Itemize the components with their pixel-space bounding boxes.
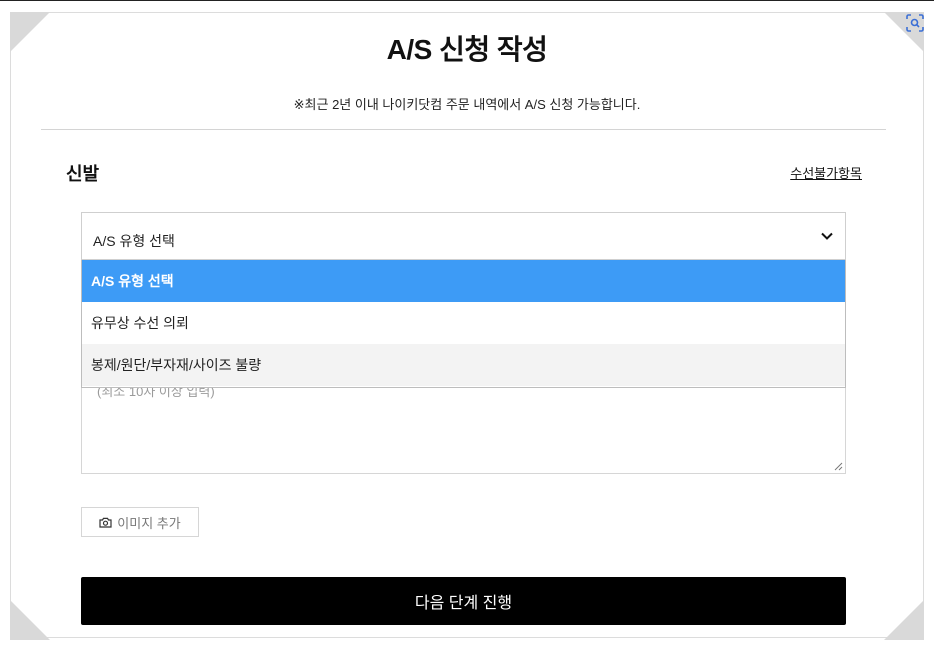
as-type-dropdown: A/S 유형 선택 유무상 수선 의뢰 봉제/원단/부자재/사이즈 불량 bbox=[81, 260, 846, 388]
as-type-option-defect[interactable]: 봉제/원단/부자재/사이즈 불량 bbox=[82, 344, 845, 386]
next-step-button[interactable]: 다음 단계 진행 bbox=[81, 577, 846, 625]
add-image-button[interactable]: 이미지 추가 bbox=[81, 507, 199, 537]
as-type-option-default[interactable]: A/S 유형 선택 bbox=[82, 260, 845, 302]
top-border-line bbox=[0, 0, 934, 1]
notice-text: ※최근 2년 이내 나이키닷컴 주문 내역에서 A/S 신청 가능합니다. bbox=[293, 97, 641, 112]
as-type-select[interactable]: A/S 유형 선택 bbox=[81, 212, 846, 260]
chevron-down-icon bbox=[821, 232, 833, 240]
header-divider bbox=[41, 129, 886, 130]
corner-decoration-bottom-left bbox=[10, 600, 50, 640]
as-type-select-value: A/S 유형 선택 bbox=[93, 233, 175, 249]
corner-decoration-bottom-right bbox=[884, 600, 924, 640]
add-image-label: 이미지 추가 bbox=[117, 515, 181, 531]
unavailable-items-link[interactable]: 수선불가항목 bbox=[790, 163, 862, 182]
resize-grip-icon[interactable] bbox=[834, 462, 843, 471]
page-title: A/S 신청 작성 bbox=[386, 34, 548, 65]
section-title: 신발 bbox=[66, 164, 100, 184]
as-type-option-repair-request[interactable]: 유무상 수선 의뢰 bbox=[82, 302, 845, 344]
camera-icon bbox=[99, 517, 112, 528]
